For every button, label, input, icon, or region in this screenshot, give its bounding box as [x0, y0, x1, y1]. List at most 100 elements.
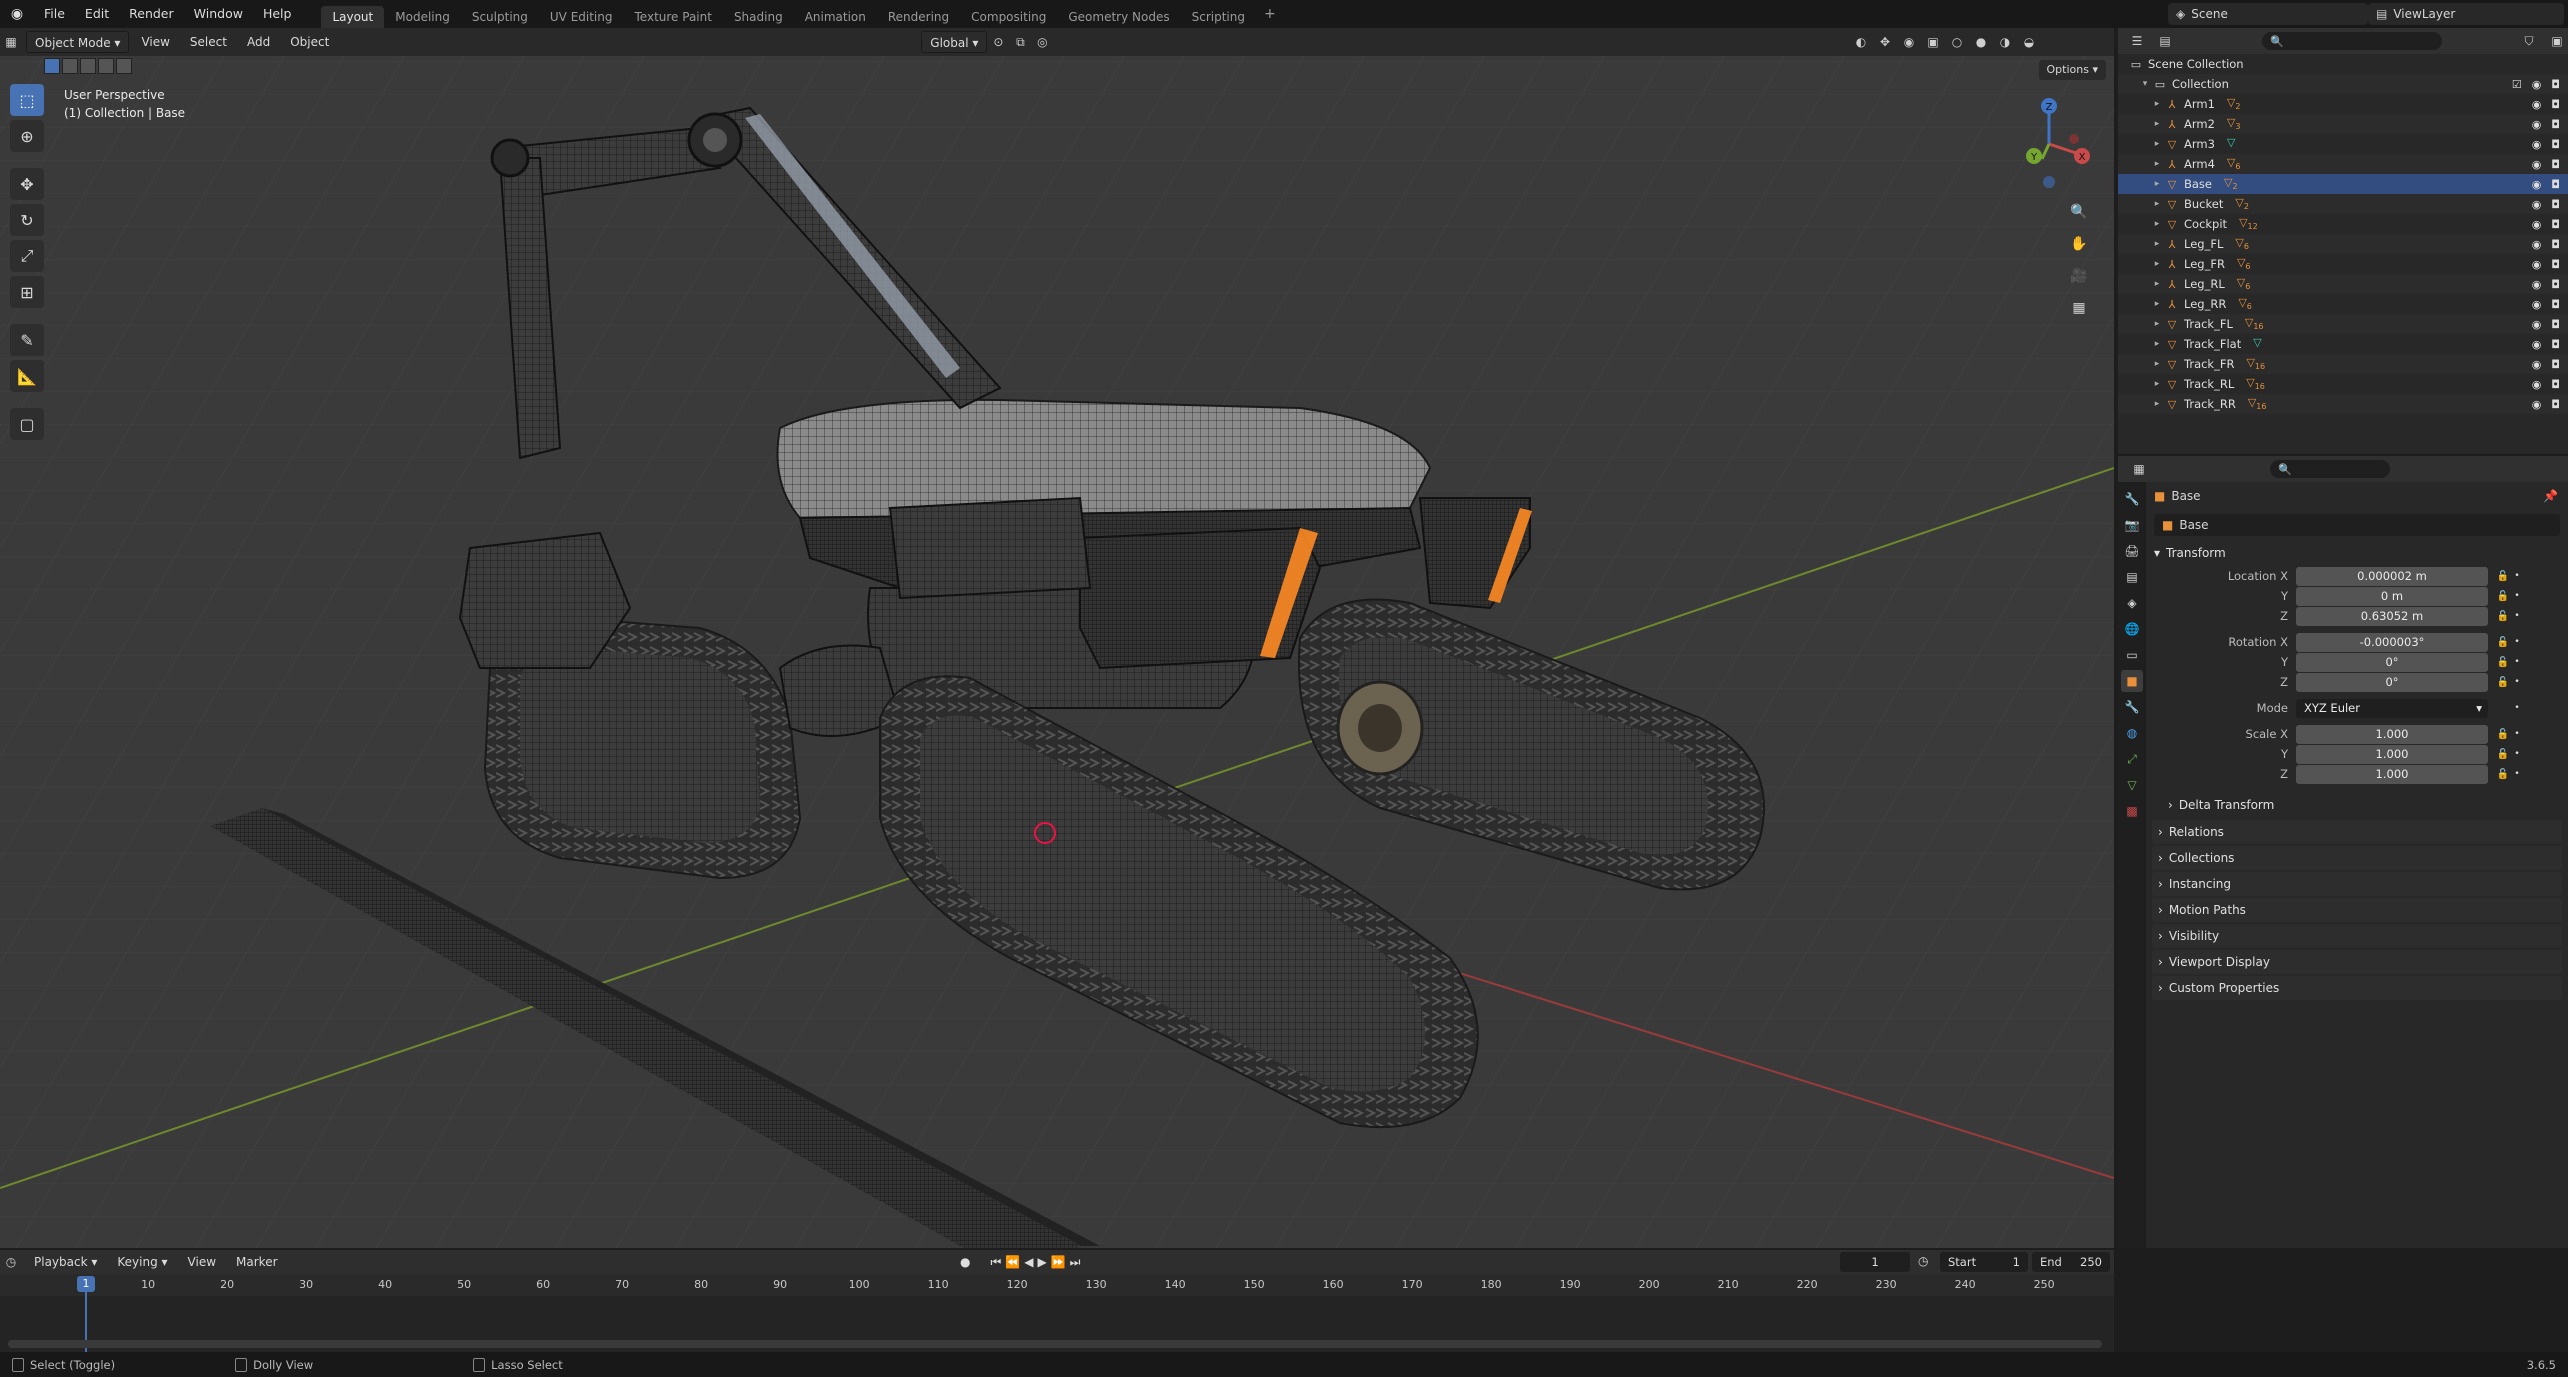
- collection-row[interactable]: ▾ ▭ Collection ☑ ◉ ◘: [2118, 74, 2568, 94]
- 3d-viewport[interactable]: ▦ Object Mode ▾ View Select Add Object G…: [0, 28, 2114, 1248]
- bucket-mesh[interactable]: [458, 531, 632, 669]
- modifier-icon[interactable]: ▽6: [2227, 156, 2241, 171]
- rotate-tool-icon[interactable]: ↻: [10, 204, 44, 236]
- play-icon[interactable]: ▶: [1037, 1255, 1046, 1270]
- transform-tool-icon[interactable]: ⊞: [10, 276, 44, 308]
- eye-icon[interactable]: ◉: [2532, 338, 2542, 351]
- panel-relations[interactable]: › Relations: [2152, 820, 2562, 844]
- outliner-item-arm3[interactable]: ▸ ▽ Arm3 ▽ ◉ ◘: [2118, 134, 2568, 154]
- expand-chevron-icon[interactable]: ▾: [2138, 79, 2152, 89]
- outliner-item-arm2[interactable]: ▸ ⅄ Arm2 ▽3 ◉ ◘: [2118, 114, 2568, 134]
- output-tab-icon[interactable]: 🖨: [2121, 540, 2143, 562]
- modifier-icon[interactable]: ▽: [2253, 336, 2261, 351]
- y-axis-handle[interactable]: [2040, 143, 2051, 160]
- outliner-item-arm4[interactable]: ▸ ⅄ Arm4 ▽6 ◉ ◘: [2118, 154, 2568, 174]
- scale-y-field[interactable]: 1.000: [2296, 744, 2488, 764]
- eye-icon[interactable]: ◉: [2532, 258, 2542, 271]
- modifier-tab-icon[interactable]: 🔧: [2121, 696, 2143, 718]
- collection-tab-icon[interactable]: ▭: [2121, 644, 2143, 666]
- expand-chevron-icon[interactable]: ▸: [2150, 259, 2164, 269]
- pivot-icon[interactable]: ⊙: [987, 31, 1009, 53]
- measure-tool-icon[interactable]: 📐: [10, 360, 44, 392]
- orientation-dropdown[interactable]: Global ▾: [921, 31, 988, 53]
- expand-chevron-icon[interactable]: ▸: [2150, 159, 2164, 169]
- select-new-icon[interactable]: [44, 58, 60, 74]
- outliner-item-cockpit[interactable]: ▸ ▽ Cockpit ▽12 ◉ ◘: [2118, 214, 2568, 234]
- outliner-item-track-rr[interactable]: ▸ ▽ Track_RR ▽16 ◉ ◘: [2118, 394, 2568, 414]
- lock-icon[interactable]: 🔓: [2494, 749, 2512, 760]
- play-reverse-icon[interactable]: ◀: [1024, 1255, 1033, 1270]
- jump-end-icon[interactable]: ⏭: [1070, 1255, 1081, 1270]
- eye-icon[interactable]: ◉: [2532, 178, 2542, 191]
- camera-render-icon[interactable]: ◘: [2551, 198, 2560, 211]
- camera-render-icon[interactable]: ◘: [2551, 138, 2560, 151]
- modifier-icon[interactable]: ▽: [2227, 136, 2235, 151]
- tab-scripting[interactable]: Scripting: [1181, 6, 1256, 28]
- rotation-mode-dropdown[interactable]: XYZ Euler ▾: [2296, 698, 2488, 718]
- keyframe-dot-icon[interactable]: •: [2512, 703, 2522, 713]
- camera-render-icon[interactable]: ◘: [2551, 358, 2560, 371]
- modifier-icon[interactable]: ▽16: [2246, 356, 2265, 371]
- menu-render[interactable]: Render: [119, 0, 184, 28]
- select-intersect-icon[interactable]: [116, 58, 132, 74]
- outliner-item-arm1[interactable]: ▸ ⅄ Arm1 ▽2 ◉ ◘: [2118, 94, 2568, 114]
- menu-help[interactable]: Help: [253, 0, 302, 28]
- timeline-scrollbar[interactable]: [8, 1340, 2102, 1348]
- expand-chevron-icon[interactable]: ▸: [2150, 299, 2164, 309]
- keyframe-dot-icon[interactable]: •: [2512, 571, 2522, 581]
- keyframe-dot-icon[interactable]: •: [2512, 677, 2522, 687]
- outliner-item-leg-fr[interactable]: ▸ ⅄ Leg_FR ▽6 ◉ ◘: [2118, 254, 2568, 274]
- outliner-item-leg-fl[interactable]: ▸ ⅄ Leg_FL ▽6 ◉ ◘: [2118, 234, 2568, 254]
- clock-icon[interactable]: ◷: [1918, 1254, 1928, 1268]
- expand-chevron-icon[interactable]: ▸: [2150, 279, 2164, 289]
- lock-icon[interactable]: 🔓: [2494, 571, 2512, 582]
- add-menu[interactable]: Add: [239, 31, 278, 53]
- outliner-item-track-rl[interactable]: ▸ ▽ Track_RL ▽16 ◉ ◘: [2118, 374, 2568, 394]
- menu-file[interactable]: File: [34, 0, 75, 28]
- tab-modeling[interactable]: Modeling: [384, 6, 461, 28]
- rotation-y-field[interactable]: 0°: [2296, 652, 2488, 672]
- panel-motion-paths[interactable]: › Motion Paths: [2152, 898, 2562, 922]
- panel-viewport-display[interactable]: › Viewport Display: [2152, 950, 2562, 974]
- blender-logo-icon[interactable]: ◉: [0, 0, 34, 28]
- camera-render-icon[interactable]: ◘: [2551, 378, 2560, 391]
- eye-icon[interactable]: ◉: [2532, 318, 2542, 331]
- playhead-frame-indicator[interactable]: 1: [77, 1276, 95, 1292]
- object-tab-icon[interactable]: ■: [2121, 670, 2143, 692]
- visibility-icon[interactable]: ◐: [1850, 31, 1872, 53]
- checkbox-icon[interactable]: ☑: [2512, 78, 2522, 91]
- add-cube-tool-icon[interactable]: ▢: [10, 408, 44, 440]
- tool-tab-icon[interactable]: 🔧: [2121, 488, 2143, 510]
- outliner-item-leg-rr[interactable]: ▸ ⅄ Leg_RR ▽6 ◉ ◘: [2118, 294, 2568, 314]
- expand-chevron-icon[interactable]: ▸: [2150, 179, 2164, 189]
- outliner-item-bucket[interactable]: ▸ ▽ Bucket ▽2 ◉ ◘: [2118, 194, 2568, 214]
- wireframe-shading-icon[interactable]: ○: [1946, 31, 1968, 53]
- select-extend-icon[interactable]: [62, 58, 78, 74]
- scale-tool-icon[interactable]: ⤢: [10, 240, 44, 272]
- camera-render-icon[interactable]: ◘: [2551, 278, 2560, 291]
- viewport-scene[interactable]: [0, 28, 2114, 1248]
- outliner-item-track-flat[interactable]: ▸ ▽ Track_Flat ▽ ◉ ◘: [2118, 334, 2568, 354]
- display-mode-icon[interactable]: ▤: [2154, 30, 2176, 52]
- panel-instancing[interactable]: › Instancing: [2152, 872, 2562, 896]
- lock-icon[interactable]: 🔓: [2494, 591, 2512, 602]
- editor-type-icon[interactable]: ▦: [0, 31, 22, 53]
- expand-chevron-icon[interactable]: ▸: [2150, 119, 2164, 129]
- scene-tab-icon[interactable]: ◈: [2121, 592, 2143, 614]
- tab-animation[interactable]: Animation: [794, 6, 877, 28]
- panel-collections[interactable]: › Collections: [2152, 846, 2562, 870]
- expand-chevron-icon[interactable]: ▸: [2150, 99, 2164, 109]
- gizmo-toggle-icon[interactable]: ✥: [1874, 31, 1896, 53]
- neg-z-axis-ball-icon[interactable]: [2043, 176, 2055, 188]
- keyframe-dot-icon[interactable]: •: [2512, 657, 2522, 667]
- overlay-icon[interactable]: ◉: [1898, 31, 1920, 53]
- keying-menu[interactable]: Keying ▾: [109, 1251, 175, 1273]
- tab-geometry-nodes[interactable]: Geometry Nodes: [1057, 6, 1180, 28]
- eye-icon[interactable]: ◉: [2532, 398, 2542, 411]
- eye-icon[interactable]: ◉: [2532, 378, 2542, 391]
- eye-icon[interactable]: ◉: [2532, 198, 2542, 211]
- rendered-shading-icon[interactable]: ◒: [2018, 31, 2040, 53]
- keyframe-dot-icon[interactable]: •: [2512, 769, 2522, 779]
- properties-editor-icon[interactable]: ▦: [2128, 458, 2150, 480]
- delta-transform-subpanel[interactable]: › Delta Transform: [2148, 792, 2566, 818]
